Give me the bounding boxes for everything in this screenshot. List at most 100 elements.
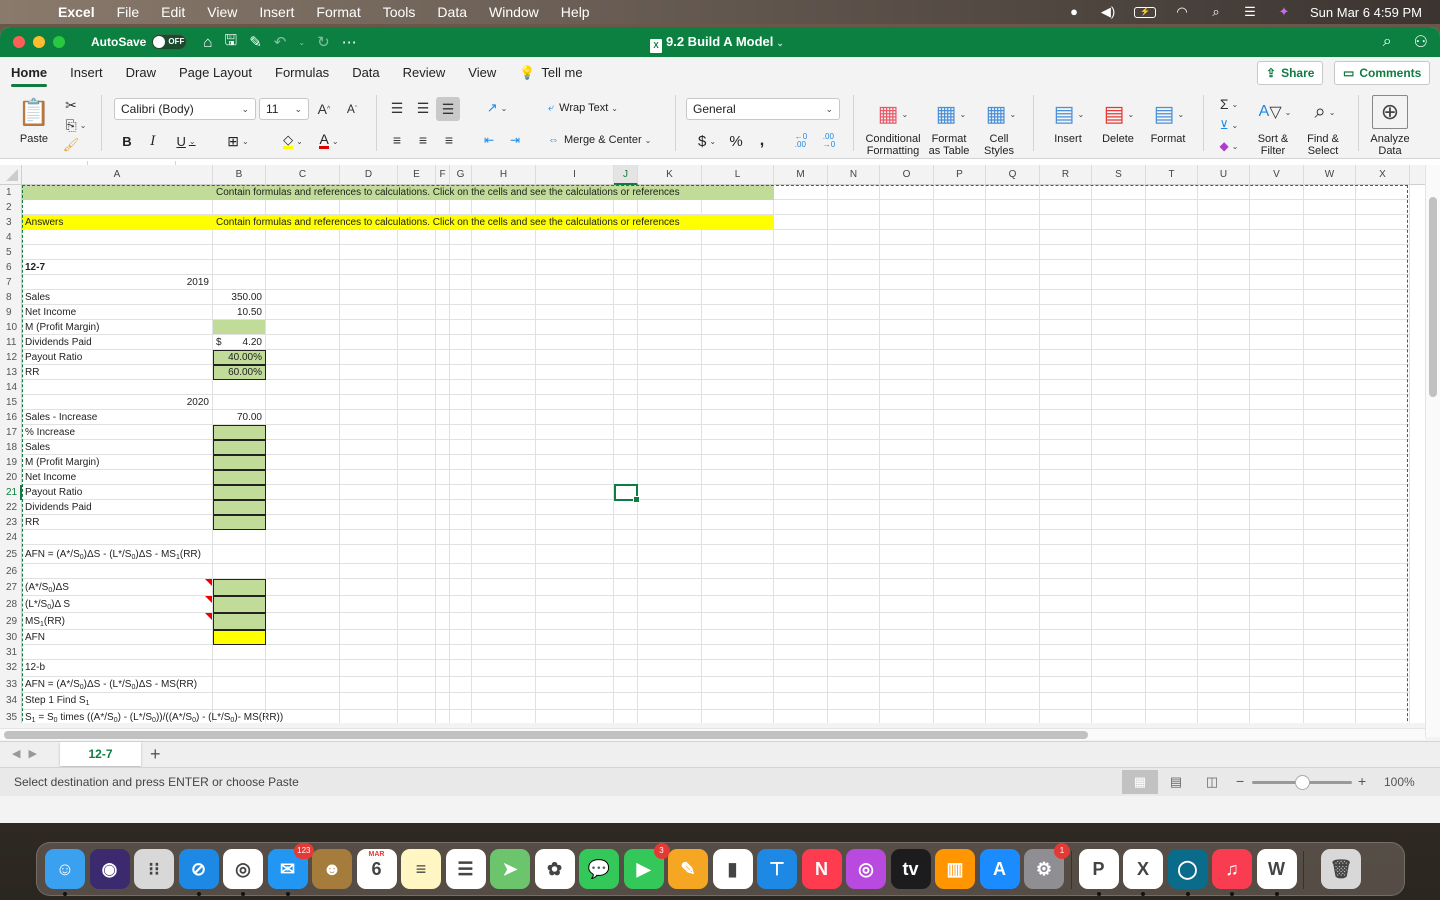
cell-A24[interactable] xyxy=(22,530,213,545)
cell-W23[interactable] xyxy=(1304,515,1356,530)
cell-H11[interactable] xyxy=(472,335,536,350)
cell-N29[interactable] xyxy=(828,613,880,630)
cell-H8[interactable] xyxy=(472,290,536,305)
cell-K22[interactable] xyxy=(638,500,702,515)
cell-N35[interactable] xyxy=(828,709,880,723)
cell-U26[interactable] xyxy=(1198,564,1250,579)
cell-N32[interactable] xyxy=(828,660,880,677)
active-cell-J21[interactable] xyxy=(614,484,640,503)
cell-O22[interactable] xyxy=(880,500,934,515)
merge-center-button[interactable]: ⇔ Merge & Center ⌄ xyxy=(548,131,668,149)
cell-O15[interactable] xyxy=(880,395,934,410)
add-sheet-button[interactable]: + xyxy=(150,744,161,764)
cell-L30[interactable] xyxy=(702,630,774,645)
cell-J11[interactable] xyxy=(614,335,638,350)
cell-R11[interactable] xyxy=(1040,335,1092,350)
label-r22[interactable]: Dividends Paid xyxy=(22,500,213,515)
cell-F15[interactable] xyxy=(436,395,450,410)
cell-X9[interactable] xyxy=(1356,305,1410,320)
cell-Q13[interactable] xyxy=(986,365,1040,380)
cell-M6[interactable] xyxy=(774,260,828,275)
cell-R25[interactable] xyxy=(1040,545,1092,564)
cell-X21[interactable] xyxy=(1356,485,1410,500)
cell-G8[interactable] xyxy=(450,290,472,305)
cell-T35[interactable] xyxy=(1146,709,1198,723)
cell-F20[interactable] xyxy=(436,470,450,485)
value-r19[interactable] xyxy=(213,455,266,470)
row-header-31[interactable]: 31 xyxy=(0,645,22,660)
cell-T3[interactable] xyxy=(1146,215,1198,230)
cell-K12[interactable] xyxy=(638,350,702,365)
menu-edit[interactable]: Edit xyxy=(161,4,185,20)
maps-icon[interactable]: ➤ xyxy=(490,849,530,889)
cell-I29[interactable] xyxy=(536,613,614,630)
step-1-label[interactable]: Step 1 Find S1 xyxy=(22,693,213,710)
copy-icon[interactable]: ⎘ ⌄ xyxy=(62,117,90,133)
cell-F9[interactable] xyxy=(436,305,450,320)
cell-F8[interactable] xyxy=(436,290,450,305)
number-format-select[interactable]: General ⌄ xyxy=(686,98,840,120)
cell-J20[interactable] xyxy=(614,470,638,485)
cell-I25[interactable] xyxy=(536,545,614,564)
borders-button[interactable]: ⊞ ⌄ xyxy=(220,131,256,151)
cell-G16[interactable] xyxy=(450,410,472,425)
value-r13[interactable]: 60.00% xyxy=(213,365,266,380)
cell-T4[interactable] xyxy=(1146,230,1198,245)
cell-C32[interactable] xyxy=(266,660,340,677)
cell-R24[interactable] xyxy=(1040,530,1092,545)
cell-A14[interactable] xyxy=(22,380,213,395)
cell-W27[interactable] xyxy=(1304,579,1356,596)
row-header-29[interactable]: 29 xyxy=(0,613,22,630)
cell-P27[interactable] xyxy=(934,579,986,596)
cell-T31[interactable] xyxy=(1146,645,1198,660)
cell-W26[interactable] xyxy=(1304,564,1356,579)
cell-V27[interactable] xyxy=(1250,579,1304,596)
cell-T33[interactable] xyxy=(1146,676,1198,693)
cell-Q30[interactable] xyxy=(986,630,1040,645)
cell-G21[interactable] xyxy=(450,485,472,500)
cell-X7[interactable] xyxy=(1356,275,1410,290)
zoom-knob[interactable] xyxy=(1295,775,1310,790)
cell-J24[interactable] xyxy=(614,530,638,545)
cell-N13[interactable] xyxy=(828,365,880,380)
cell-X35[interactable] xyxy=(1356,709,1410,723)
cell-N4[interactable] xyxy=(828,230,880,245)
cell-K27[interactable] xyxy=(638,579,702,596)
cell-G29[interactable] xyxy=(450,613,472,630)
cell-X32[interactable] xyxy=(1356,660,1410,677)
cell-A26[interactable] xyxy=(22,564,213,579)
cell-J19[interactable] xyxy=(614,455,638,470)
cell-M35[interactable] xyxy=(774,709,828,723)
cell-H34[interactable] xyxy=(472,693,536,710)
share-people-icon[interactable]: ⚇ xyxy=(1414,32,1428,52)
cell-W14[interactable] xyxy=(1304,380,1356,395)
cell-S32[interactable] xyxy=(1092,660,1146,677)
podcasts-icon[interactable]: ◎ xyxy=(846,849,886,889)
cell-E31[interactable] xyxy=(398,645,436,660)
cell-V21[interactable] xyxy=(1250,485,1304,500)
row-header-27[interactable]: 27 xyxy=(0,579,22,596)
cell-I15[interactable] xyxy=(536,395,614,410)
cell-X2[interactable] xyxy=(1356,200,1410,215)
cell-L16[interactable] xyxy=(702,410,774,425)
cell-U31[interactable] xyxy=(1198,645,1250,660)
row-header-25[interactable]: 25 xyxy=(0,545,22,564)
cell-G30[interactable] xyxy=(450,630,472,645)
fill-icon[interactable]: ⊻ ⌄ xyxy=(1214,116,1244,134)
cell-O19[interactable] xyxy=(880,455,934,470)
cell-P22[interactable] xyxy=(934,500,986,515)
column-header-F[interactable]: F xyxy=(436,165,450,185)
cell-T5[interactable] xyxy=(1146,245,1198,260)
tell-me[interactable]: 💡 Tell me xyxy=(519,57,582,89)
cell-H12[interactable] xyxy=(472,350,536,365)
cell-E28[interactable] xyxy=(398,596,436,613)
cell-G20[interactable] xyxy=(450,470,472,485)
cell-S2[interactable] xyxy=(1092,200,1146,215)
cell-T11[interactable] xyxy=(1146,335,1198,350)
cell-B30[interactable] xyxy=(213,630,266,645)
cell-X22[interactable] xyxy=(1356,500,1410,515)
cell-E14[interactable] xyxy=(398,380,436,395)
cell-R22[interactable] xyxy=(1040,500,1092,515)
row-header-8[interactable]: 8 xyxy=(0,290,22,305)
cell-H16[interactable] xyxy=(472,410,536,425)
